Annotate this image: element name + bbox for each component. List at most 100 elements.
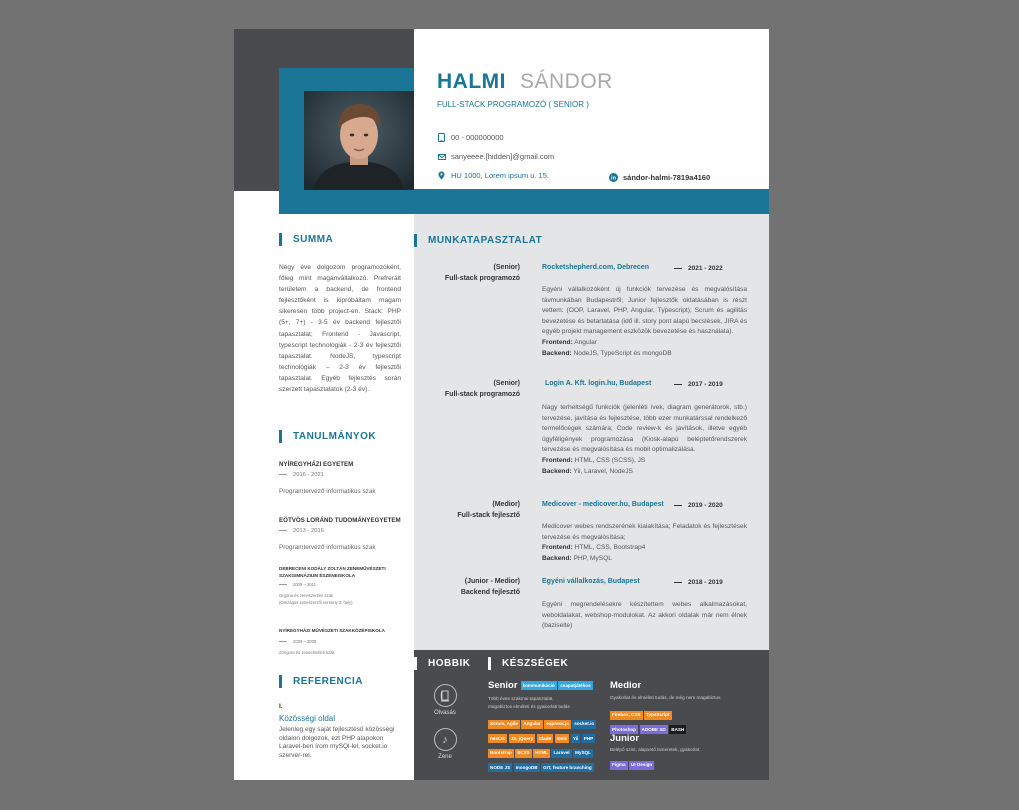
header-white-panel xyxy=(414,29,769,189)
phone-text: 00 - 000000000 xyxy=(451,133,504,142)
skills-heading-text: KÉSZSÉGEK xyxy=(502,658,569,669)
job-date: 2019 - 2020 xyxy=(674,502,723,509)
job-description: Egyéni megrendelésekre készítettem webes… xyxy=(542,601,747,630)
level-label: Senior xyxy=(488,680,518,691)
junior-skills: Junior Belépő szint, alapvető ismeretek,… xyxy=(610,733,768,773)
senior-skills: Senior kommunikáció csapatjátékos Több é… xyxy=(488,680,606,775)
linkedin-text: sándor-halmi-7819a4160 xyxy=(623,173,711,182)
education-item: EÖTVÖS LORÁND TUDOMÁNYEGYETEM 2013 - 201… xyxy=(279,517,414,551)
job-title: FULL-STACK PROGRAMOZÓ ( SENIOR ) xyxy=(437,100,589,109)
phone-contact: 00 - 000000000 xyxy=(437,133,504,142)
hobby-label: Olvasás xyxy=(434,710,456,716)
skill-tag: Angular xyxy=(521,719,543,729)
job-company: Medicover - medicover.hu, Budapest xyxy=(542,501,664,508)
senior-tag-list: Scrum, Agile Angular express.js socket.io ne… xyxy=(488,717,606,775)
education-heading-text: TANULMÁNYOK xyxy=(293,431,377,442)
level-description: Belépő szint, alapvető ismeretek, gyakor… xyxy=(610,747,700,752)
skill-tag: Bootstrap xyxy=(488,748,514,758)
skill-tag: Laravel xyxy=(551,748,572,758)
skill-tag: PHP xyxy=(581,734,596,743)
heading-bar xyxy=(279,430,282,443)
profile-photo xyxy=(304,91,414,190)
svg-text:in: in xyxy=(611,176,617,182)
hobby-item: Olvasás xyxy=(425,684,465,716)
school-desc: Orgona és zeneszerzés szak xyxy=(279,593,333,598)
envelope-icon xyxy=(437,152,446,161)
school-date: 2009 – 2009 xyxy=(279,638,409,645)
medior-skills: Medior Gyakorlat és elméleti tudás, de m… xyxy=(610,680,768,737)
summary-heading: SUMMA xyxy=(279,233,333,246)
email-contact[interactable]: sanyeeee.[hidden]@gmail.com xyxy=(437,152,554,161)
phone-icon xyxy=(437,133,446,142)
heading-bar xyxy=(414,657,417,670)
school-desc: Programtervező informatikus szak xyxy=(279,544,376,551)
music-note-icon: ♪ xyxy=(433,728,457,751)
skill-tag: MySQL xyxy=(573,748,593,758)
education-item-small: DEBRECENI KODÁLY ZOLTÁN ZENEMŰVÉSZETI SZ… xyxy=(279,565,409,606)
skill-tag: Ionic xyxy=(554,734,570,743)
location-pin-icon xyxy=(437,171,446,180)
heading-bar xyxy=(279,675,282,688)
level-description: magabiztos elméleti és gyakorlati tudás xyxy=(488,704,570,709)
skill-tag: UI Design xyxy=(629,760,655,770)
job-role: (Senior) Full-stack programozó xyxy=(444,264,520,282)
book-icon xyxy=(433,684,457,707)
reference-number: I. xyxy=(279,703,283,710)
reference-heading: REFERENCIA xyxy=(279,675,363,688)
hobby-label: Zene xyxy=(438,754,452,760)
skill-tag: kommunikáció xyxy=(520,681,557,690)
education-item-small: NYÍREGYHÁZI MŰVÉSZETI SZAKKÖZÉPISKOLA 20… xyxy=(279,627,409,656)
school-desc: Zongora és zeneelméleti szak xyxy=(279,650,335,655)
linkedin-icon: in xyxy=(609,173,618,182)
skill-tag: nextJS xyxy=(488,734,508,743)
school-desc: Programtervező informatikus szak xyxy=(279,488,376,495)
education-heading: TANULMÁNYOK xyxy=(279,430,376,443)
skill-tag: socket.io xyxy=(572,719,597,729)
school-desc: (Országos zeneszerzői verseny 3. hely) xyxy=(279,600,353,605)
level-description: Több éves szakmai tapasztalat, xyxy=(488,696,554,701)
skill-tag: Firebox, CSS xyxy=(610,710,643,720)
school-name-line: DEBRECENI KODÁLY ZOLTÁN ZENEMŰVÉSZETI xyxy=(279,566,386,571)
last-name: SÁNDOR xyxy=(520,70,613,93)
junior-tag-list: Figma UI Design xyxy=(610,758,768,773)
job-date: 2017 - 2019 xyxy=(674,381,723,388)
skill-tag: GIT, feature branching xyxy=(541,763,594,772)
level-label: Junior xyxy=(610,733,640,744)
skill-tag: SCSS xyxy=(515,748,532,758)
school-name: NYÍREGYHÁZI EGYETEM xyxy=(279,461,354,468)
linkedin-contact[interactable]: in sándor-halmi-7819a4160 xyxy=(609,173,710,182)
reference-link[interactable]: Közösségi oldal xyxy=(279,714,404,723)
school-name-line: NYÍREGYHÁZI MŰVÉSZETI SZAKKÖZÉPISKOLA xyxy=(279,628,385,633)
skill-tag: Slade xyxy=(536,734,554,743)
job-description: Medicover webes rendszerének kialakítása… xyxy=(542,523,747,562)
full-name: HALMI SÁNDOR xyxy=(437,70,613,94)
skills-heading: KÉSZSÉGEK xyxy=(488,657,568,670)
school-date: 2016 - 2021 xyxy=(279,472,409,478)
experience-heading-text: MUNKATAPASZTALAT xyxy=(428,235,543,246)
hobbies-heading-text: HOBBIK xyxy=(428,658,471,669)
job-role: (Senior) Full-stack programozó xyxy=(444,380,520,398)
job-company: Egyéni vállalkozás, Budapest xyxy=(542,578,640,585)
level-label: Medior xyxy=(610,680,642,691)
skill-tag: JS, jQuery xyxy=(508,734,536,743)
summary-heading-text: SUMMA xyxy=(293,234,334,245)
job-company: Rocketshepherd.com, Debrecen xyxy=(542,264,649,271)
job-description: Egyéni vállalkozóként új funkciók tervez… xyxy=(542,286,747,357)
heading-bar xyxy=(488,657,491,670)
job-company: Login A. Kft. login.hu, Budapest xyxy=(545,380,652,387)
email-text: sanyeeee.[hidden]@gmail.com xyxy=(451,152,555,161)
level-description: Gyakorlat és elméleti tudás, de még nem … xyxy=(610,695,721,700)
reference-item: I. Közösségi oldal Jelenleg egy saját fe… xyxy=(279,703,404,760)
school-date: 2009 – 2011 xyxy=(279,581,409,588)
job-date: 2021 - 2022 xyxy=(674,265,723,272)
job-role: (Junior - Medior) Backend fejlesztő xyxy=(460,578,520,596)
school-name-line: SZAKGIMNÁZIUM ÉSZENEISKOLA xyxy=(279,573,356,578)
heading-bar xyxy=(279,233,282,246)
address-contact: HU 1000, Lorem ipsum u. 15. xyxy=(437,171,549,180)
hobby-item: ♪ Zene xyxy=(425,728,465,760)
first-name: HALMI xyxy=(437,70,506,93)
school-date: 2013 - 2016 xyxy=(279,528,414,534)
skill-tag: Yii xyxy=(570,734,581,743)
skill-tag: HTML xyxy=(533,748,550,758)
skill-tag: Figma xyxy=(610,760,628,770)
